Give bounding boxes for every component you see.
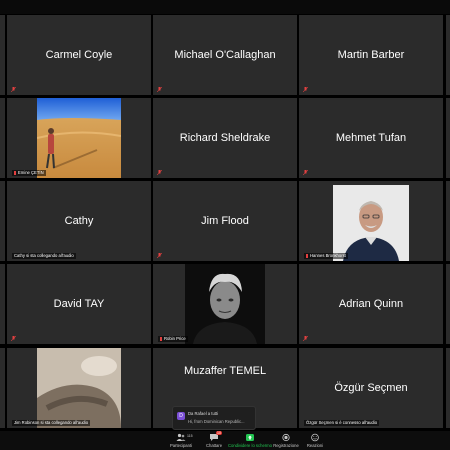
participant-tile[interactable]: Richard Sheldrake: [153, 98, 297, 178]
partial-tile-right: [446, 15, 450, 95]
mic-muted-icon: [160, 336, 162, 341]
smiley-icon: [311, 433, 319, 442]
participant-name: Muzaffer TEMEL: [183, 365, 267, 377]
partial-tile-right: [446, 181, 450, 261]
mic-muted-icon: [157, 170, 162, 175]
participant-name: David TAY: [53, 298, 105, 310]
participant-name: Özgür Seçmen: [334, 382, 408, 394]
mic-muted-icon: [303, 336, 308, 341]
partial-tile-left: [0, 181, 5, 261]
participant-tile[interactable]: Mehmet Tufan: [299, 98, 443, 178]
participant-tile[interactable]: Adrian Quinn: [299, 264, 443, 344]
desert-video-feed: [37, 98, 121, 178]
mic-muted-icon: [11, 336, 16, 341]
participants-icon: [176, 433, 186, 441]
chat-notification[interactable]: D Da Rafael a tutti Hi, from Dominican R…: [172, 406, 256, 430]
reactions-label: Reazioni: [306, 443, 324, 448]
man-portrait-video-feed: [333, 185, 409, 261]
participant-tile[interactable]: Robin Price: [153, 264, 297, 344]
participant-label: Emine ÇETİN: [12, 170, 46, 176]
chat-message: Hi, from Dominican Republic...: [188, 419, 245, 424]
mic-muted-icon: [157, 253, 162, 258]
participant-label: Robin Price: [158, 336, 188, 342]
partial-tile-left: [0, 15, 5, 95]
participant-name: Jim Flood: [201, 215, 249, 227]
partial-tile-right: [446, 98, 450, 178]
participant-tile[interactable]: Jim Flood: [153, 181, 297, 261]
bw-portrait-video-feed: [185, 264, 265, 344]
participant-tile[interactable]: David TAY: [7, 264, 151, 344]
participant-name: Richard Sheldrake: [179, 132, 271, 144]
participant-tile[interactable]: Emine ÇETİN: [7, 98, 151, 178]
mic-muted-icon: [303, 170, 308, 175]
chat-sender: Da Rafael a tutti: [188, 411, 219, 416]
participant-name: Carmel Coyle: [45, 49, 113, 61]
share-screen-icon: [246, 434, 254, 441]
mic-muted-icon: [11, 87, 16, 92]
chat-avatar: D: [177, 412, 185, 420]
participant-tile[interactable]: Michael O'Callaghan: [153, 15, 297, 95]
chat-unread-badge: 10: [216, 431, 222, 435]
partial-tile-left: [0, 348, 5, 428]
chat-label: Chattare: [205, 443, 223, 448]
participant-tile[interactable]: Özgür Seçmen Özgür Seçmen si è connesso …: [299, 348, 443, 428]
participant-label: Hannes Bronkhorst: [304, 253, 348, 259]
participant-tile[interactable]: Cathy Cathy si sta collegando all'audio: [7, 181, 151, 261]
participant-name: Michael O'Callaghan: [174, 49, 276, 61]
participant-name: Mehmet Tufan: [335, 132, 407, 144]
reactions-button[interactable]: Reazioni: [295, 433, 335, 448]
participant-tile[interactable]: Carmel Coyle: [7, 15, 151, 95]
participant-tile[interactable]: Jim Robinson si sta collegando all'audio: [7, 348, 151, 428]
participant-tile[interactable]: Martin Barber: [299, 15, 443, 95]
participants-count: 115: [187, 434, 193, 438]
blurry-video-feed: [37, 348, 121, 428]
top-bar: [0, 0, 450, 14]
participant-label: Jim Robinson si sta collegando all'audio: [12, 420, 91, 426]
participant-label: Cathy si sta collegando all'audio: [12, 253, 76, 259]
participants-label: Partecipanti: [169, 443, 193, 448]
zoom-gallery-window: Carmel Coyle Michael O'Callaghan Martin …: [0, 0, 450, 450]
mic-muted-icon: [157, 87, 162, 92]
partial-tile-left: [0, 264, 5, 344]
mic-muted-icon: [303, 87, 308, 92]
participant-name: Cathy: [64, 215, 94, 227]
mic-muted-icon: [306, 253, 308, 258]
record-icon: [282, 433, 290, 442]
mic-muted-icon: [14, 170, 16, 175]
participant-tile[interactable]: Hannes Bronkhorst: [299, 181, 443, 261]
partial-tile-right: [446, 348, 450, 428]
participant-name: Adrian Quinn: [338, 298, 404, 310]
participant-name: Martin Barber: [337, 49, 405, 61]
partial-tile-right: [446, 264, 450, 344]
participant-label: Özgür Seçmen si è connesso all'audio: [304, 420, 380, 426]
meeting-toolbar: 115 Partecipanti 10 Chattare Condividere…: [0, 431, 450, 450]
partial-tile-left: [0, 98, 5, 178]
